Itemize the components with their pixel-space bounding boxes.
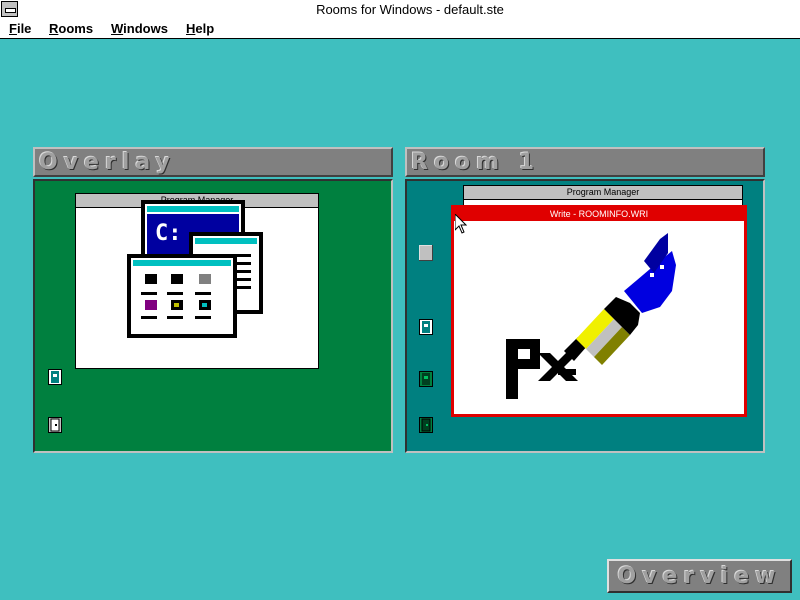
menu-file[interactable]: File — [9, 21, 31, 36]
mini-window-title: Write - ROOMINFO.WRI — [454, 208, 744, 221]
room-preview[interactable]: Program Manager C: — [33, 179, 393, 453]
room-name: Room 1 — [411, 150, 541, 175]
mini-window-write[interactable]: Write - ROOMINFO.WRI — [451, 205, 747, 417]
room-room-1[interactable]: Room 1 Program Manager Write - ROOMINFO.… — [405, 147, 765, 453]
system-menu-button[interactable] — [1, 1, 18, 17]
title-bar: Rooms for Windows - default.ste — [0, 0, 800, 20]
room-overlay[interactable]: Overlay Program Manager C: — [33, 147, 393, 453]
back-door-icon[interactable] — [419, 417, 433, 433]
svg-text:C:: C: — [155, 221, 182, 246]
room-name: Overlay — [39, 150, 176, 175]
door-icon[interactable] — [419, 319, 433, 335]
window-title: Rooms for Windows - default.ste — [316, 2, 504, 17]
door-green-icon[interactable] — [419, 371, 433, 387]
menu-help[interactable]: Help — [186, 21, 214, 36]
menu-bar: File Rooms Windows Help — [0, 19, 800, 39]
overview-button[interactable]: Overview — [607, 559, 792, 593]
room-header[interactable]: Room 1 — [405, 147, 765, 177]
write-pen-icon — [506, 233, 676, 399]
door-icon[interactable] — [48, 369, 62, 385]
mouse-cursor-icon — [455, 214, 467, 234]
menu-rooms[interactable]: Rooms — [49, 21, 93, 36]
mini-window-title: Program Manager — [464, 186, 742, 200]
door-gray-icon[interactable] — [419, 245, 433, 261]
room-header[interactable]: Overlay — [33, 147, 393, 177]
back-door-icon[interactable] — [48, 417, 62, 433]
menu-windows[interactable]: Windows — [111, 21, 168, 36]
overview-label: Overview — [617, 564, 782, 589]
program-manager-icon: C: — [127, 200, 263, 338]
mini-window-program-manager[interactable]: Program Manager C: — [75, 193, 319, 369]
